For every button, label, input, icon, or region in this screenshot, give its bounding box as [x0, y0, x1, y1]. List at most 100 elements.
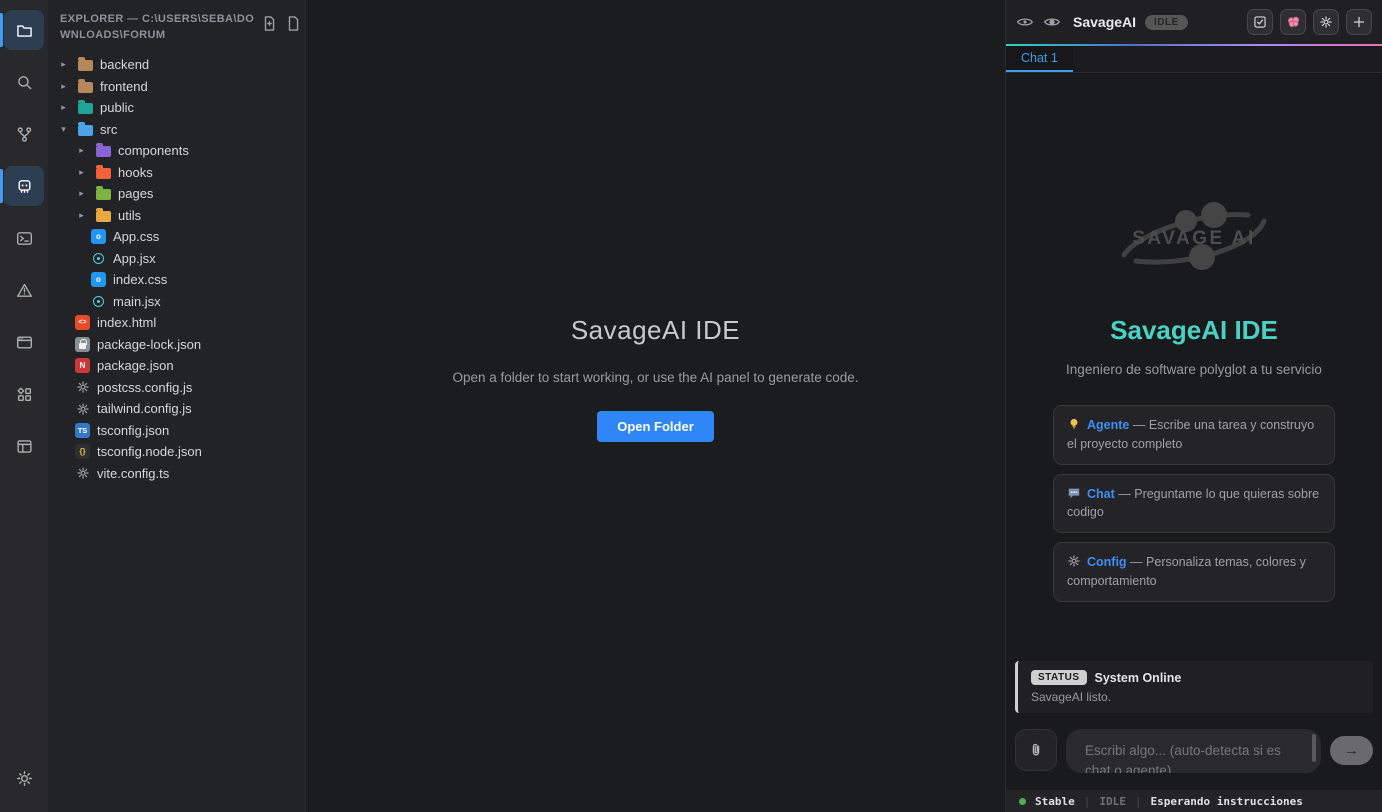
folder-name: frontend: [100, 79, 148, 94]
folder-icon: [96, 211, 111, 222]
plus-icon: [1352, 15, 1366, 29]
capability-cards: Agente — Escribe una tarea y construyo e…: [1053, 405, 1335, 602]
css-icon: o: [91, 229, 106, 244]
status-separator: |: [1084, 795, 1091, 808]
explorer-header: EXPLORER — C:\USERS\SEBA\DOWNLOADS\FORUM: [48, 0, 305, 50]
folder-name: public: [100, 100, 134, 115]
tree-row[interactable]: main.jsx: [48, 290, 305, 312]
mode-label: IDLE: [1099, 795, 1126, 808]
new-file-icon[interactable]: [261, 15, 278, 44]
chevron-down-icon[interactable]: ▾: [58, 124, 69, 135]
capability-card-config[interactable]: Config — Personaliza temas, colores y co…: [1053, 542, 1335, 602]
tree-row[interactable]: ▸ pages: [48, 183, 305, 205]
tree-row[interactable]: package-lock.json: [48, 333, 305, 355]
brain-icon: [1286, 15, 1301, 30]
card-title: Agente: [1087, 418, 1129, 432]
chevron-right-icon[interactable]: ▸: [58, 59, 69, 70]
tree-row[interactable]: TStsconfig.json: [48, 419, 305, 441]
gear-icon: [1067, 554, 1081, 568]
input-scrollbar-thumb[interactable]: [1312, 734, 1316, 762]
chat-area: SAVAGE AI SavageAI IDE Ingeniero de soft…: [1006, 73, 1382, 725]
activity-item-problems[interactable]: [4, 270, 44, 310]
logo-text: SAVAGE AI: [1132, 228, 1256, 249]
activity-item-search[interactable]: [4, 62, 44, 102]
status-title: System Online: [1095, 671, 1182, 685]
status-badge: STATUS: [1031, 670, 1087, 685]
tree-row[interactable]: {} tsconfig.node.json: [48, 441, 305, 463]
new-folder-icon[interactable]: [285, 15, 302, 44]
gear-file-icon: [75, 380, 90, 395]
activity-item-extensions[interactable]: [4, 374, 44, 414]
tree-row[interactable]: postcss.config.js: [48, 376, 305, 398]
send-button[interactable]: →: [1330, 736, 1373, 765]
editor-welcome-title: SavageAI IDE: [452, 315, 858, 346]
tree-row[interactable]: ▸ frontend: [48, 75, 305, 97]
editor-area: SavageAI IDE Open a folder to start work…: [306, 0, 1005, 812]
stability-dot: [1019, 798, 1026, 805]
tree-row[interactable]: <>index.html: [48, 312, 305, 334]
activity-item-terminal[interactable]: [4, 218, 44, 258]
lock-icon: [75, 337, 90, 352]
system-status-message: STATUS System Online SavageAI listo.: [1015, 661, 1373, 713]
new-chat-button[interactable]: [1346, 9, 1372, 35]
chevron-right-icon[interactable]: ▸: [58, 102, 69, 113]
tree-row[interactable]: ▸ public: [48, 97, 305, 119]
file-name: package.json: [97, 358, 174, 373]
folder-name: hooks: [118, 165, 153, 180]
capability-card-chat[interactable]: Chat — Preguntame lo que quieras sobre c…: [1053, 474, 1335, 534]
tree-row[interactable]: Npackage.json: [48, 355, 305, 377]
activity-item-explorer[interactable]: [4, 10, 44, 50]
chevron-right-icon[interactable]: ▸: [76, 167, 87, 178]
tree-row[interactable]: ▸utils: [48, 204, 305, 226]
ai-welcome-subtitle: Ingeniero de software polyglot a tu serv…: [1066, 362, 1322, 377]
eye-filled-icon[interactable]: [1043, 13, 1061, 31]
folder-icon: [96, 168, 111, 179]
tree-row[interactable]: tailwind.config.js: [48, 398, 305, 420]
status-message-label: Esperando instrucciones: [1151, 795, 1303, 808]
chevron-right-icon[interactable]: ▸: [76, 188, 87, 199]
tree-row[interactable]: ▸components: [48, 140, 305, 162]
check-square-icon: [1253, 15, 1267, 29]
robot-icon: [16, 178, 33, 195]
file-name: main.jsx: [113, 294, 161, 309]
activity-item-source-control[interactable]: [4, 114, 44, 154]
tree-row[interactable]: ▸ hooks: [48, 161, 305, 183]
capability-card-agente[interactable]: Agente — Escribe una tarea y construyo e…: [1053, 405, 1335, 465]
open-folder-button[interactable]: Open Folder: [597, 411, 714, 442]
folder-name: src: [100, 122, 117, 137]
tree-row[interactable]: App.jsx: [48, 247, 305, 269]
settings-button[interactable]: [1313, 9, 1339, 35]
attach-button[interactable]: [1015, 729, 1057, 771]
folder-name: pages: [118, 186, 153, 201]
theme-toggle-button[interactable]: [4, 758, 44, 798]
chevron-right-icon[interactable]: ▸: [58, 81, 69, 92]
tree-row[interactable]: ▾ src: [48, 118, 305, 140]
react-icon: [91, 251, 106, 266]
chevron-right-icon[interactable]: ▸: [76, 145, 87, 156]
npm-icon: N: [75, 358, 90, 373]
eye-icon[interactable]: [1016, 13, 1034, 31]
tree-row[interactable]: ▸backend: [48, 54, 305, 76]
brain-button[interactable]: [1280, 9, 1306, 35]
html-icon: <>: [75, 315, 90, 330]
explorer-sidebar: EXPLORER — C:\USERS\SEBA\DOWNLOADS\FORUM…: [48, 0, 306, 812]
chat-input[interactable]: [1066, 729, 1321, 773]
activity-item-ai-assistant[interactable]: [4, 166, 44, 206]
activity-item-browser[interactable]: [4, 322, 44, 362]
react-icon: [91, 294, 106, 309]
tree-row[interactable]: oApp.css: [48, 226, 305, 248]
chat-tabs-row: Chat 1: [1006, 46, 1382, 73]
chevron-right-icon[interactable]: ▸: [76, 210, 87, 221]
gear-file-icon: [75, 401, 90, 416]
folder-icon: [78, 82, 93, 93]
file-name: tsconfig.node.json: [97, 444, 202, 459]
stability-label: Stable: [1035, 795, 1075, 808]
activity-item-layout[interactable]: [4, 426, 44, 466]
json-icon: {}: [75, 444, 90, 459]
chat-tab-1[interactable]: Chat 1: [1006, 46, 1073, 72]
folder-icon: [16, 22, 33, 39]
tree-row[interactable]: vite.config.ts: [48, 462, 305, 484]
tasks-button[interactable]: [1247, 9, 1273, 35]
tree-row[interactable]: oindex.css: [48, 269, 305, 291]
layout-icon: [16, 438, 33, 455]
